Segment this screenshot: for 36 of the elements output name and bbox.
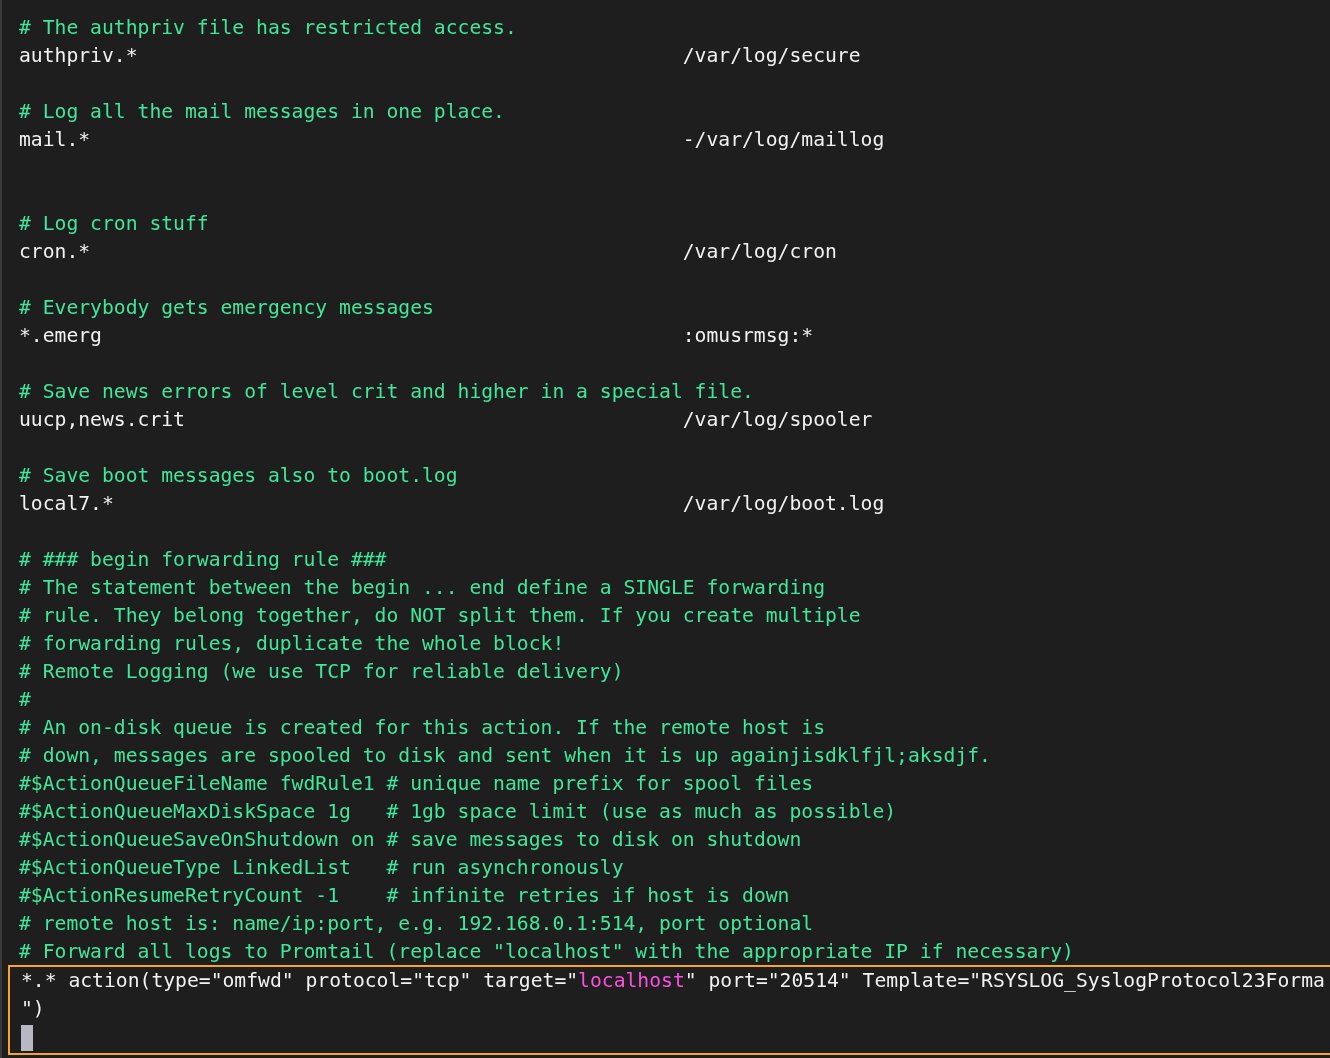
code-line: *.* action(type="omfwd" protocol="tcp" target="localhost" port="20514" Template="RSYSLOG_SyslogProtocol23Forma <box>21 968 1325 994</box>
comment-line: # The authpriv file has restricted access. <box>19 15 517 41</box>
comment-line: # rule. They belong together, do NOT split them. If you create multiple <box>19 603 861 629</box>
comment-line: # remote host is: name/ip:port, e.g. 192.168.0.1:514, port optional <box>19 911 814 937</box>
rule-selector: uucp,news.crit <box>19 407 186 433</box>
rule-selector: mail.* <box>19 127 92 153</box>
text-cursor <box>21 1025 33 1051</box>
comment-line: # Everybody gets emergency messages <box>19 295 434 321</box>
comment-line: #$ActionQueueSaveOnShutdown on # save messages to disk on shutdown <box>19 827 802 853</box>
rule-selector: cron.* <box>19 239 92 265</box>
comment-line: # <box>19 687 31 713</box>
comment-line: #$ActionResumeRetryCount -1 # infinite retries if host is down <box>19 883 790 909</box>
code-line: ") <box>21 996 45 1022</box>
comment-line: # The statement between the begin ... end define a SINGLE forwarding <box>19 575 825 601</box>
rule-target: /var/log/spooler <box>682 407 873 433</box>
comment-line: # Save news errors of level crit and higher in a special file. <box>19 379 754 405</box>
comment-line: #$ActionQueueType LinkedList # run asynchronously <box>19 855 624 881</box>
rule-target: :omusrmsg:* <box>682 323 814 349</box>
rule-target: /var/log/secure <box>682 43 861 69</box>
comment-line: # Remote Logging (we use TCP for reliable delivery) <box>19 659 624 685</box>
rule-selector: *.emerg <box>19 323 103 349</box>
rule-target: /var/log/boot.log <box>682 491 885 517</box>
rule-target: -/var/log/maillog <box>682 127 885 153</box>
comment-line: # Log all the mail messages in one place. <box>19 99 505 125</box>
comment-line: # down, messages are spooled to disk and sent when it is up againjisdklfjl;aksdjf. <box>19 743 991 769</box>
rule-selector: authpriv.* <box>19 43 139 69</box>
comment-line: # An on-disk queue is created for this action. If the remote host is <box>19 715 825 741</box>
comment-line: # forwarding rules, duplicate the whole block! <box>19 631 565 657</box>
comment-line: # Save boot messages also to boot.log <box>19 463 458 489</box>
rule-target: /var/log/cron <box>682 239 837 265</box>
comment-line: #$ActionQueueFileName fwdRule1 # unique name prefix for spool files <box>19 771 814 797</box>
comment-line: # Forward all logs to Promtail (replace "localhost" with the appropriate IP if necessary) <box>19 939 1074 965</box>
comment-line: # Log cron stuff <box>19 211 209 237</box>
rule-selector: local7.* <box>19 491 115 517</box>
comment-line: #$ActionQueueMaxDiskSpace 1g # 1gb space limit (use as much as possible) <box>19 799 897 825</box>
comment-line: # ### begin forwarding rule ### <box>19 547 387 573</box>
